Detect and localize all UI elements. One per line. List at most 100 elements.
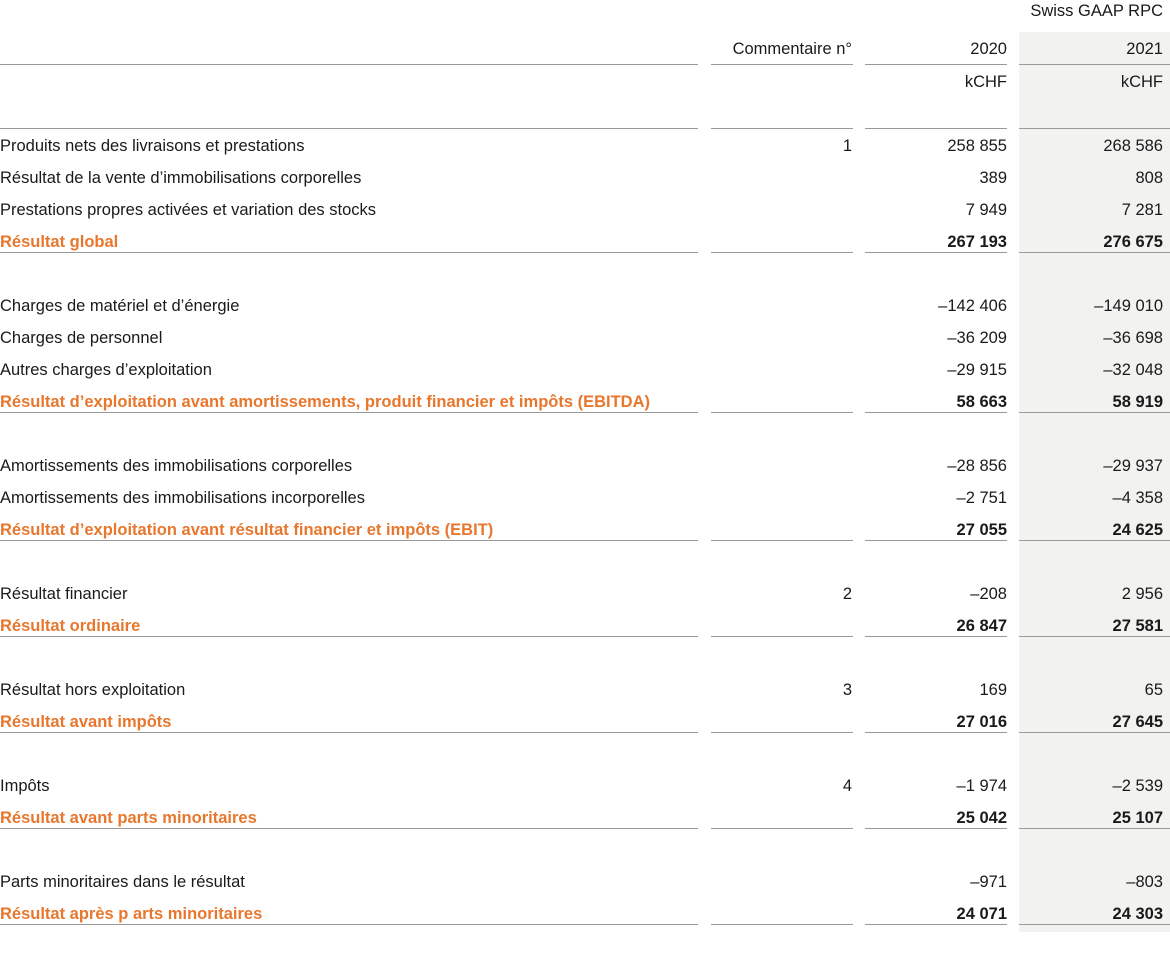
value-2020: –971 xyxy=(970,873,1007,891)
row-label: Autres charges d’exploitation xyxy=(0,361,212,379)
row-label: Amortissements des immobilisations incor… xyxy=(0,489,365,507)
value-2021: 24 303 xyxy=(1112,905,1163,923)
value-2020: 258 855 xyxy=(947,137,1007,155)
value-2020: –142 406 xyxy=(938,297,1007,315)
value-2021: 27 645 xyxy=(1112,713,1163,731)
value-2021: –4 358 xyxy=(1112,489,1163,507)
value-2021: 7 281 xyxy=(1121,201,1163,219)
value-2021: –36 698 xyxy=(1103,329,1163,347)
value-2021: 25 107 xyxy=(1112,809,1163,827)
section-divider xyxy=(711,732,853,733)
value-2020: –208 xyxy=(970,585,1007,603)
unit-divider xyxy=(0,128,698,129)
row-label: Charges de matériel et d’énergie xyxy=(0,297,240,315)
value-2020: 26 847 xyxy=(956,617,1007,635)
value-2021: –803 xyxy=(1126,873,1163,891)
section-divider xyxy=(1019,924,1170,925)
total-row-label: Résultat d’exploitation avant amortissem… xyxy=(0,393,651,411)
value-2020: 7 949 xyxy=(965,201,1007,219)
value-2021: –149 010 xyxy=(1094,297,1163,315)
unit-divider xyxy=(711,128,853,129)
section-divider xyxy=(0,540,698,541)
value-2021: 58 919 xyxy=(1112,393,1163,411)
section-divider xyxy=(865,636,1007,637)
row-label: Charges de personnel xyxy=(0,329,163,347)
value-2021: 276 675 xyxy=(1103,233,1163,251)
total-row-label: Résultat avant parts minoritaires xyxy=(0,809,257,827)
value-2021: 2 956 xyxy=(1121,585,1163,603)
section-divider xyxy=(711,924,853,925)
comment-number: 4 xyxy=(842,777,852,795)
value-2021: 27 581 xyxy=(1112,617,1163,635)
section-divider xyxy=(1019,252,1170,253)
section-divider xyxy=(865,732,1007,733)
year-2020-header: 2020 xyxy=(970,40,1007,58)
year-2021-header: 2021 xyxy=(1126,40,1163,58)
value-2020: 25 042 xyxy=(956,809,1007,827)
header-divider xyxy=(865,64,1007,65)
value-2020: 267 193 xyxy=(947,233,1007,251)
section-divider xyxy=(865,924,1007,925)
section-divider xyxy=(1019,828,1170,829)
section-divider xyxy=(711,828,853,829)
section-divider xyxy=(0,828,698,829)
value-2020: 169 xyxy=(979,681,1007,699)
section-divider xyxy=(1019,636,1170,637)
value-2021: 268 586 xyxy=(1103,137,1163,155)
comment-column-header: Commentaire n° xyxy=(732,40,852,58)
section-divider xyxy=(865,540,1007,541)
total-row-label: Résultat global xyxy=(0,233,119,251)
value-2021: 65 xyxy=(1144,681,1163,699)
section-divider xyxy=(1019,412,1170,413)
section-divider xyxy=(711,540,853,541)
value-2020: –2 751 xyxy=(956,489,1007,507)
section-divider xyxy=(0,252,698,253)
total-row-label: Résultat d’exploitation avant résultat f… xyxy=(0,521,494,539)
row-label: Résultat de la vente d’immobilisations c… xyxy=(0,169,362,187)
row-label: Parts minoritaires dans le résultat xyxy=(0,873,245,891)
comment-number: 2 xyxy=(842,585,852,603)
value-2021: –29 937 xyxy=(1103,457,1163,475)
section-divider xyxy=(711,252,853,253)
row-label: Impôts xyxy=(0,777,50,795)
total-row-label: Résultat ordinaire xyxy=(0,617,141,635)
comment-number: 3 xyxy=(842,681,852,699)
section-divider xyxy=(711,412,853,413)
section-divider xyxy=(0,732,698,733)
section-divider xyxy=(865,252,1007,253)
value-2020: –29 915 xyxy=(947,361,1007,379)
value-2020: 27 055 xyxy=(956,521,1007,539)
value-2021: 808 xyxy=(1135,169,1163,187)
section-divider xyxy=(0,636,698,637)
row-label: Résultat financier xyxy=(0,585,128,603)
section-divider xyxy=(865,412,1007,413)
header-divider xyxy=(711,64,853,65)
value-2020: –36 209 xyxy=(947,329,1007,347)
unit-divider xyxy=(1019,128,1170,129)
value-2021: 24 625 xyxy=(1112,521,1163,539)
section-divider xyxy=(1019,732,1170,733)
unit-divider xyxy=(865,128,1007,129)
value-2021: –2 539 xyxy=(1112,777,1163,795)
unit-2020: kCHF xyxy=(964,73,1007,91)
section-divider xyxy=(0,412,698,413)
section-divider xyxy=(711,636,853,637)
total-row-label: Résultat après p arts minoritaires xyxy=(0,905,263,923)
value-2020: –1 974 xyxy=(956,777,1007,795)
row-label: Résultat hors exploitation xyxy=(0,681,186,699)
header-divider xyxy=(1019,64,1170,65)
row-label: Amortissements des immobilisations corpo… xyxy=(0,457,353,475)
section-divider xyxy=(865,828,1007,829)
section-divider xyxy=(1019,540,1170,541)
row-label: Produits nets des livraisons et prestati… xyxy=(0,137,305,155)
value-2020: –28 856 xyxy=(947,457,1007,475)
value-2020: 58 663 xyxy=(956,393,1007,411)
value-2020: 389 xyxy=(979,169,1007,187)
unit-2021: kCHF xyxy=(1120,73,1163,91)
comment-number: 1 xyxy=(842,137,852,155)
total-row-label: Résultat avant impôts xyxy=(0,713,172,731)
section-divider xyxy=(0,924,698,925)
header-divider xyxy=(0,64,698,65)
accounting-standard-label: Swiss GAAP RPC xyxy=(1030,2,1163,20)
column-2021-shading xyxy=(1019,32,1170,932)
